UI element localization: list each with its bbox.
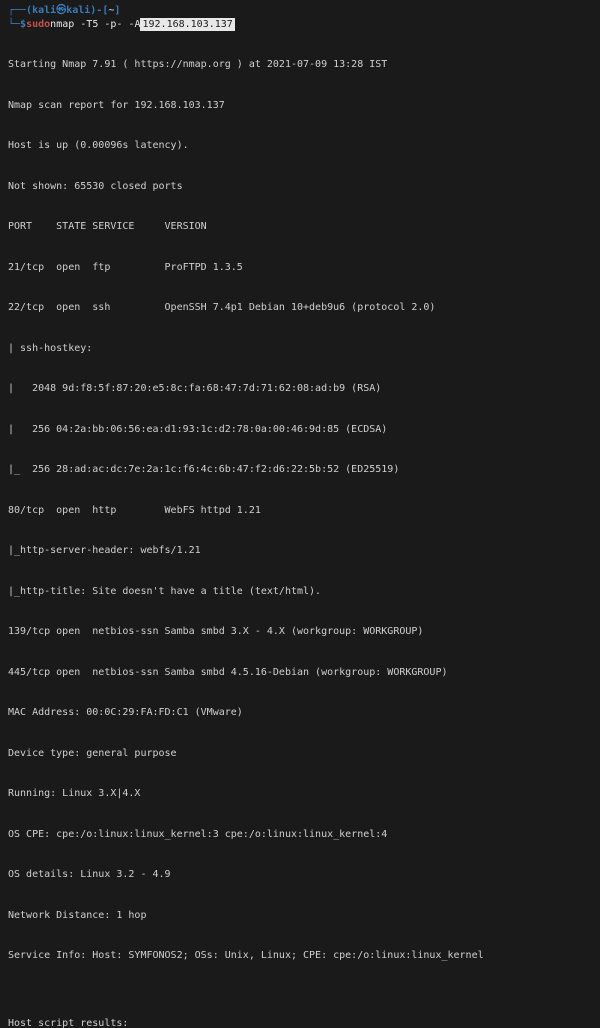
output-line: Network Distance: 1 hop	[8, 909, 592, 923]
output-line: PORT STATE SERVICE VERSION	[8, 220, 592, 234]
cmd-ip-highlight: 192.168.103.137	[140, 18, 234, 32]
output-line: |_http-server-header: webfs/1.21	[8, 544, 592, 558]
output-line: 22/tcp open ssh OpenSSH 7.4p1 Debian 10+…	[8, 301, 592, 315]
output-line: 139/tcp open netbios-ssn Samba smbd 3.X …	[8, 625, 592, 639]
output-line: Host script results:	[8, 1017, 592, 1028]
prompt-row-2[interactable]: └─ $ sudo nmap -T5 -p- -A 192.168.103.13…	[8, 18, 592, 32]
output-line: | 2048 9d:f8:5f:87:20:e5:8c:fa:68:47:7d:…	[8, 382, 592, 396]
output-line: Host is up (0.00096s latency).	[8, 139, 592, 153]
prompt-close: )-[	[90, 4, 108, 18]
output-line: Service Info: Host: SYMFONOS2; OSs: Unix…	[8, 949, 592, 963]
output-line: |_ 256 28:ad:ac:dc:7e:2a:1c:f6:4c:6b:47:…	[8, 463, 592, 477]
prompt-close2: ]	[114, 4, 120, 18]
prompt-user: kali	[32, 4, 56, 18]
output-line: 80/tcp open http WebFS httpd 1.21	[8, 504, 592, 518]
output-line: Starting Nmap 7.91 ( https://nmap.org ) …	[8, 58, 592, 72]
output-line: Device type: general purpose	[8, 747, 592, 761]
output-line: Nmap scan report for 192.168.103.137	[8, 99, 592, 113]
output-line: Running: Linux 3.X|4.X	[8, 787, 592, 801]
cmd-sudo: sudo	[26, 18, 50, 32]
output-line: | 256 04:2a:bb:06:56:ea:d1:93:1c:d2:78:0…	[8, 423, 592, 437]
prompt-row-1: ┌──( kali ㉿ kali )-[ ~ ]	[8, 4, 592, 18]
output-line: |_http-title: Site doesn't have a title …	[8, 585, 592, 599]
output-line: OS CPE: cpe:/o:linux:linux_kernel:3 cpe:…	[8, 828, 592, 842]
prompt-dash-top: ┌──(	[8, 4, 32, 18]
output-line: Not shown: 65530 closed ports	[8, 180, 592, 194]
terminal-output: Starting Nmap 7.91 ( https://nmap.org ) …	[8, 31, 592, 1028]
cmd-nmap: nmap -T5 -p- -A	[50, 18, 140, 32]
output-line: | ssh-hostkey:	[8, 342, 592, 356]
output-line: OS details: Linux 3.2 - 4.9	[8, 868, 592, 882]
prompt-host: kali	[66, 4, 90, 18]
output-line: 445/tcp open netbios-ssn Samba smbd 4.5.…	[8, 666, 592, 680]
output-line: MAC Address: 00:0C:29:FA:FD:C1 (VMware)	[8, 706, 592, 720]
prompt-dash-bottom: └─	[8, 18, 20, 32]
output-line: 21/tcp open ftp ProFTPD 1.3.5	[8, 261, 592, 275]
prompt-at: ㉿	[56, 4, 66, 18]
